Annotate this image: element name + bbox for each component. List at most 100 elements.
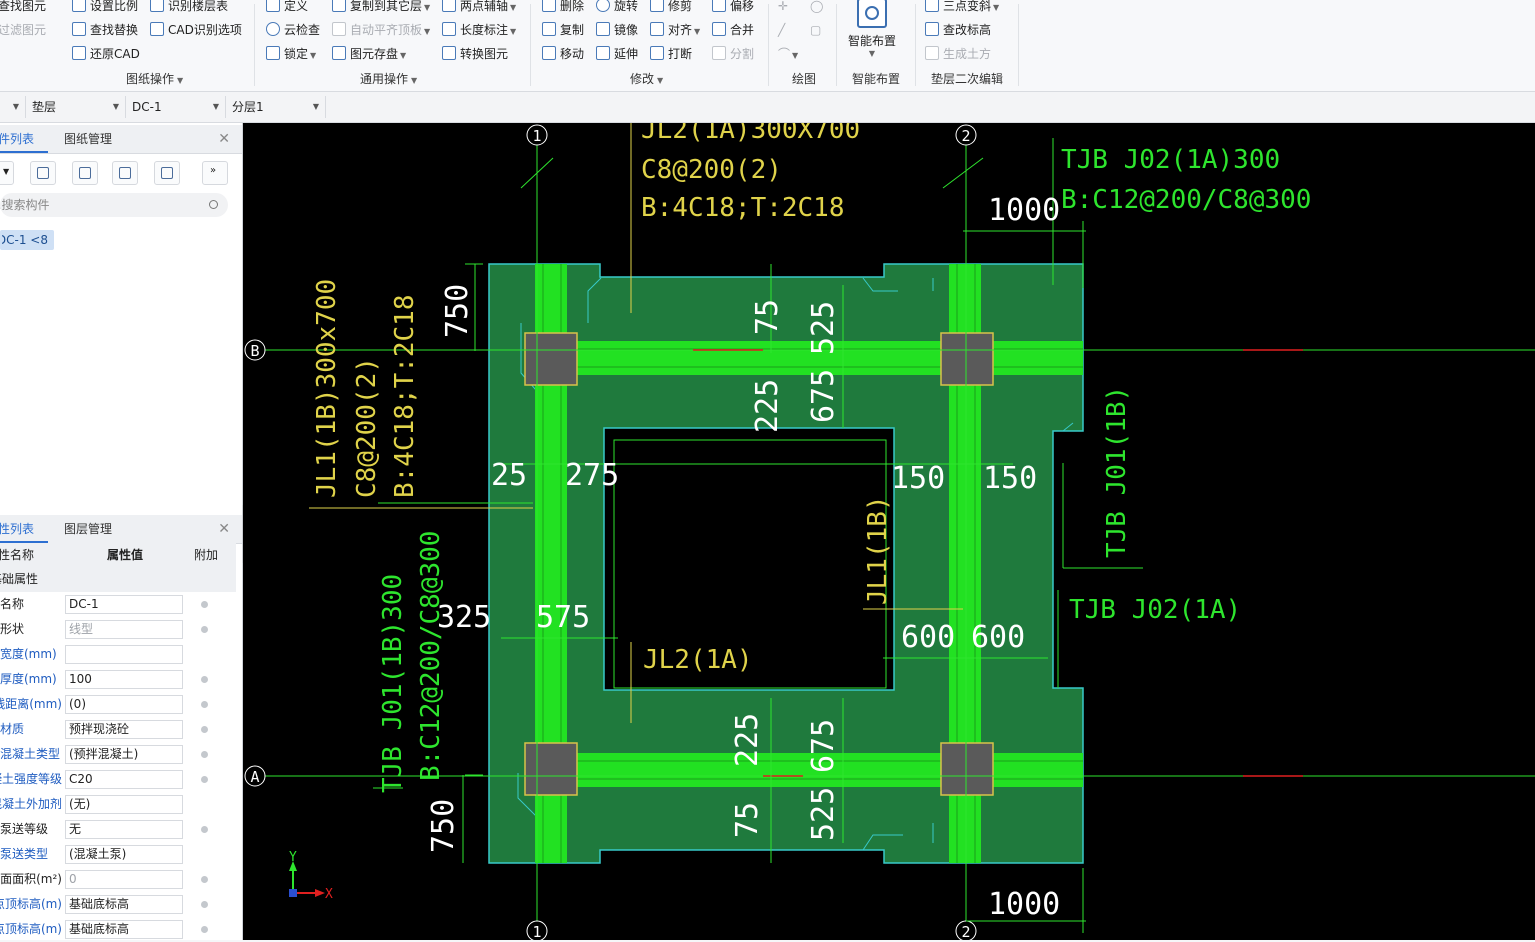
align-button[interactable]: 对齐 ▼ (650, 20, 700, 40)
tab-layer-management[interactable]: 图层管理 (64, 515, 112, 543)
property-value-field[interactable]: (0) (65, 695, 183, 714)
find-element-button[interactable]: 查找图元 (0, 0, 46, 16)
copy-button[interactable]: 复制 (542, 20, 584, 40)
close-icon[interactable]: ✕ (218, 521, 230, 537)
attach-checkbox[interactable] (201, 601, 208, 608)
check-elevation-button[interactable]: 查改标高 (925, 20, 991, 40)
offset-button[interactable]: 偏移 (712, 0, 754, 16)
filter-element-button[interactable]: 过滤图元 (0, 20, 46, 40)
attach-checkbox[interactable] (201, 626, 208, 633)
property-value-field[interactable]: 基础底标高 (65, 895, 183, 914)
close-icon[interactable]: ✕ (218, 131, 230, 147)
section-basic-properties[interactable]: 基础属性 (0, 567, 236, 592)
point-draw-icon[interactable]: ✛ (778, 0, 788, 16)
merge-button[interactable]: 合并 (712, 20, 754, 40)
copy-to-other-floor-button[interactable]: 复制到其它层 ▼ (332, 0, 430, 16)
element-type-select[interactable]: 垫层 ▼ (28, 96, 126, 118)
property-value-field[interactable]: 线型 (65, 620, 183, 639)
attach-checkbox[interactable] (201, 876, 208, 883)
set-scale-button[interactable]: 设置比例 (72, 0, 138, 16)
extend-button[interactable]: 延伸 (596, 44, 638, 64)
property-row[interactable]: 材质 预拌现浇砼 (0, 717, 236, 742)
property-value-field[interactable]: C20 (65, 770, 183, 789)
attach-checkbox[interactable] (201, 776, 208, 783)
property-value-field[interactable]: DC-1 (65, 595, 183, 614)
property-row[interactable]: 泵送等级 无 (0, 817, 236, 842)
layer-select[interactable]: 分层1 ▼ (228, 96, 326, 118)
element-save-button[interactable]: 图元存盘 ▼ (332, 44, 406, 64)
property-value-field[interactable]: 预拌现浇砼 (65, 720, 183, 739)
lock-button[interactable]: 锁定 ▼ (266, 44, 316, 64)
more-button[interactable]: » (202, 161, 228, 185)
property-value-field[interactable]: (预拌混凝土) (65, 745, 183, 764)
identify-floor-table-button[interactable]: 识别楼层表 (150, 0, 228, 16)
cad-drawing-canvas[interactable]: 1 2 1 2 B A JL2(1A)300X700 C8@200(2) B:4… (243, 123, 1535, 940)
copy-component-button[interactable] (30, 161, 56, 185)
restore-cad-button[interactable]: 还原CAD (72, 44, 140, 64)
attach-checkbox[interactable] (201, 701, 208, 708)
property-row[interactable]: 形状 线型 (0, 617, 236, 642)
find-replace-button[interactable]: 查找替换 (72, 20, 138, 40)
tab-property-list[interactable]: 属性列表 (0, 515, 48, 543)
property-row[interactable]: 名称 DC-1 (0, 592, 236, 617)
property-row[interactable]: 宽度(mm) (0, 642, 236, 667)
duplicate-component-button[interactable] (112, 161, 138, 185)
property-value-field[interactable]: 100 (65, 670, 183, 689)
property-row[interactable]: 泵送类型 (混凝土泵) (0, 842, 236, 867)
property-value-field[interactable]: 基础底标高 (65, 920, 183, 939)
line-draw-icon[interactable]: ╱ (778, 20, 785, 40)
move-button[interactable]: 移动 (542, 44, 584, 64)
group-title-drawing-ops[interactable]: 图纸操作 ▼ (126, 70, 183, 87)
property-row[interactable]: 混凝土外加剂(无) (0, 792, 236, 817)
floor-select[interactable]: ▼ (0, 96, 26, 118)
circle-draw-icon[interactable]: ◯ (810, 0, 823, 16)
length-dimension-button[interactable]: 长度标注 ▼ (442, 20, 516, 40)
property-value-field[interactable]: 无 (65, 820, 183, 839)
arc-draw-icon[interactable]: ⌒ ▼ (778, 44, 798, 64)
import-component-button[interactable] (154, 161, 180, 185)
tab-component-list[interactable]: 构件列表 (0, 125, 48, 153)
new-icon: ▼ (3, 167, 10, 176)
attach-checkbox[interactable] (201, 751, 208, 758)
split-button[interactable]: 分割 (712, 44, 754, 64)
auto-align-slab-button[interactable]: 自动平齐顶板 ▼ (332, 20, 430, 40)
property-row[interactable]: 混凝土强度等级C20 (0, 767, 236, 792)
component-select[interactable]: DC-1 ▼ (128, 96, 226, 118)
attach-checkbox[interactable] (201, 901, 208, 908)
property-value-field[interactable] (65, 645, 183, 664)
mirror-button[interactable]: 镜像 (596, 20, 638, 40)
smart-layout-button[interactable]: 智能布置 ▼ (842, 0, 902, 58)
property-value-field[interactable]: (混凝土泵) (65, 845, 183, 864)
search-input[interactable]: 搜索构件... (0, 193, 228, 217)
generate-earthwork-button[interactable]: 生成土方 (925, 44, 991, 64)
property-row[interactable]: 轴线距左边线距离(mm)(0) (0, 692, 236, 717)
two-point-axis-button[interactable]: 两点辅轴 ▼ (442, 0, 516, 16)
new-component-button[interactable]: ▼ (0, 161, 14, 185)
delete-component-button[interactable] (72, 161, 98, 185)
rotate-button[interactable]: 旋转 (596, 0, 638, 16)
attach-checkbox[interactable] (201, 676, 208, 683)
tab-drawing-management[interactable]: 图纸管理 (64, 125, 112, 153)
cloud-check-button[interactable]: 云检查 (266, 20, 320, 40)
property-row[interactable]: 厚度(mm) 100 (0, 667, 236, 692)
convert-element-button[interactable]: 转换图元 (442, 44, 508, 64)
attach-checkbox[interactable] (201, 926, 208, 933)
property-value-field[interactable]: 0 (65, 870, 183, 889)
trim-button[interactable]: 修剪 (650, 0, 692, 16)
define-button[interactable]: 定义 (266, 0, 308, 16)
three-point-slope-button[interactable]: 三点变斜 ▼ (925, 0, 999, 16)
property-row[interactable]: 混凝土类型 (预拌混凝土) (0, 742, 236, 767)
attach-checkbox[interactable] (201, 826, 208, 833)
property-value-field[interactable]: (无) (65, 795, 183, 814)
attach-checkbox[interactable] (201, 726, 208, 733)
group-title-modify[interactable]: 修改 ▼ (630, 70, 663, 87)
cad-identify-options-button[interactable]: CAD识别选项 (150, 20, 242, 40)
list-item-dc1[interactable]: DC-1 <8> (0, 230, 54, 250)
group-title-general-ops[interactable]: 通用操作 ▼ (360, 70, 417, 87)
delete-button[interactable]: 删除 (542, 0, 584, 16)
rect-draw-icon[interactable]: ▢ (810, 20, 821, 40)
property-row[interactable]: 起点顶标高(m)基础底标高 (0, 892, 236, 917)
break-button[interactable]: 打断 (650, 44, 692, 64)
property-row[interactable]: 终点顶标高(m)基础底标高 (0, 917, 236, 942)
property-row[interactable]: 截面面积(m²)0 (0, 867, 236, 892)
